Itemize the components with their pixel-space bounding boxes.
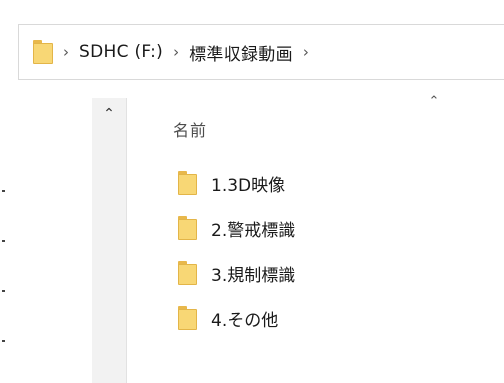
column-header-name[interactable]: 名前 bbox=[173, 117, 207, 141]
address-bar[interactable]: › SDHC (F:) › 標準収録動画 › bbox=[18, 24, 504, 80]
breadcrumb-current-folder[interactable]: 標準収録動画 bbox=[189, 40, 293, 65]
list-item[interactable]: 1.3D映像 bbox=[178, 171, 295, 196]
folder-icon bbox=[178, 306, 197, 330]
edge-mark bbox=[2, 290, 5, 292]
sort-ascending-icon: ⌃ bbox=[428, 94, 440, 109]
list-item[interactable]: 3.規制標識 bbox=[178, 261, 296, 286]
edge-mark bbox=[2, 340, 5, 342]
folder-icon bbox=[33, 40, 53, 64]
list-item[interactable]: 2.警戒標識 bbox=[178, 216, 296, 241]
breadcrumb-drive[interactable]: SDHC (F:) bbox=[79, 42, 163, 62]
file-name: 4.その他 bbox=[211, 310, 279, 331]
edge-mark bbox=[2, 240, 5, 242]
breadcrumb-expand-icon[interactable]: › bbox=[303, 44, 309, 60]
list-item[interactable]: 4.その他 bbox=[178, 306, 295, 331]
navigation-pane[interactable]: ⌃ bbox=[92, 98, 127, 383]
file-name: 2.警戒標識 bbox=[211, 220, 296, 241]
chevron-up-icon[interactable]: ⌃ bbox=[101, 107, 117, 121]
file-name: 3.規制標識 bbox=[211, 265, 296, 286]
file-name: 1.3D映像 bbox=[211, 175, 286, 196]
breadcrumb-separator-icon[interactable]: › bbox=[63, 44, 69, 60]
breadcrumb-separator-icon[interactable]: › bbox=[173, 44, 179, 60]
folder-icon bbox=[178, 216, 197, 240]
folder-icon bbox=[178, 261, 197, 285]
folder-icon bbox=[178, 171, 197, 195]
file-explorer-window: › SDHC (F:) › 標準収録動画 › ⌃ ⌃ 名前 1.3D映像 2.警… bbox=[0, 0, 504, 383]
edge-mark bbox=[2, 190, 5, 192]
file-list: 1.3D映像 2.警戒標識 3.規制標識 4.その他 bbox=[178, 171, 295, 351]
